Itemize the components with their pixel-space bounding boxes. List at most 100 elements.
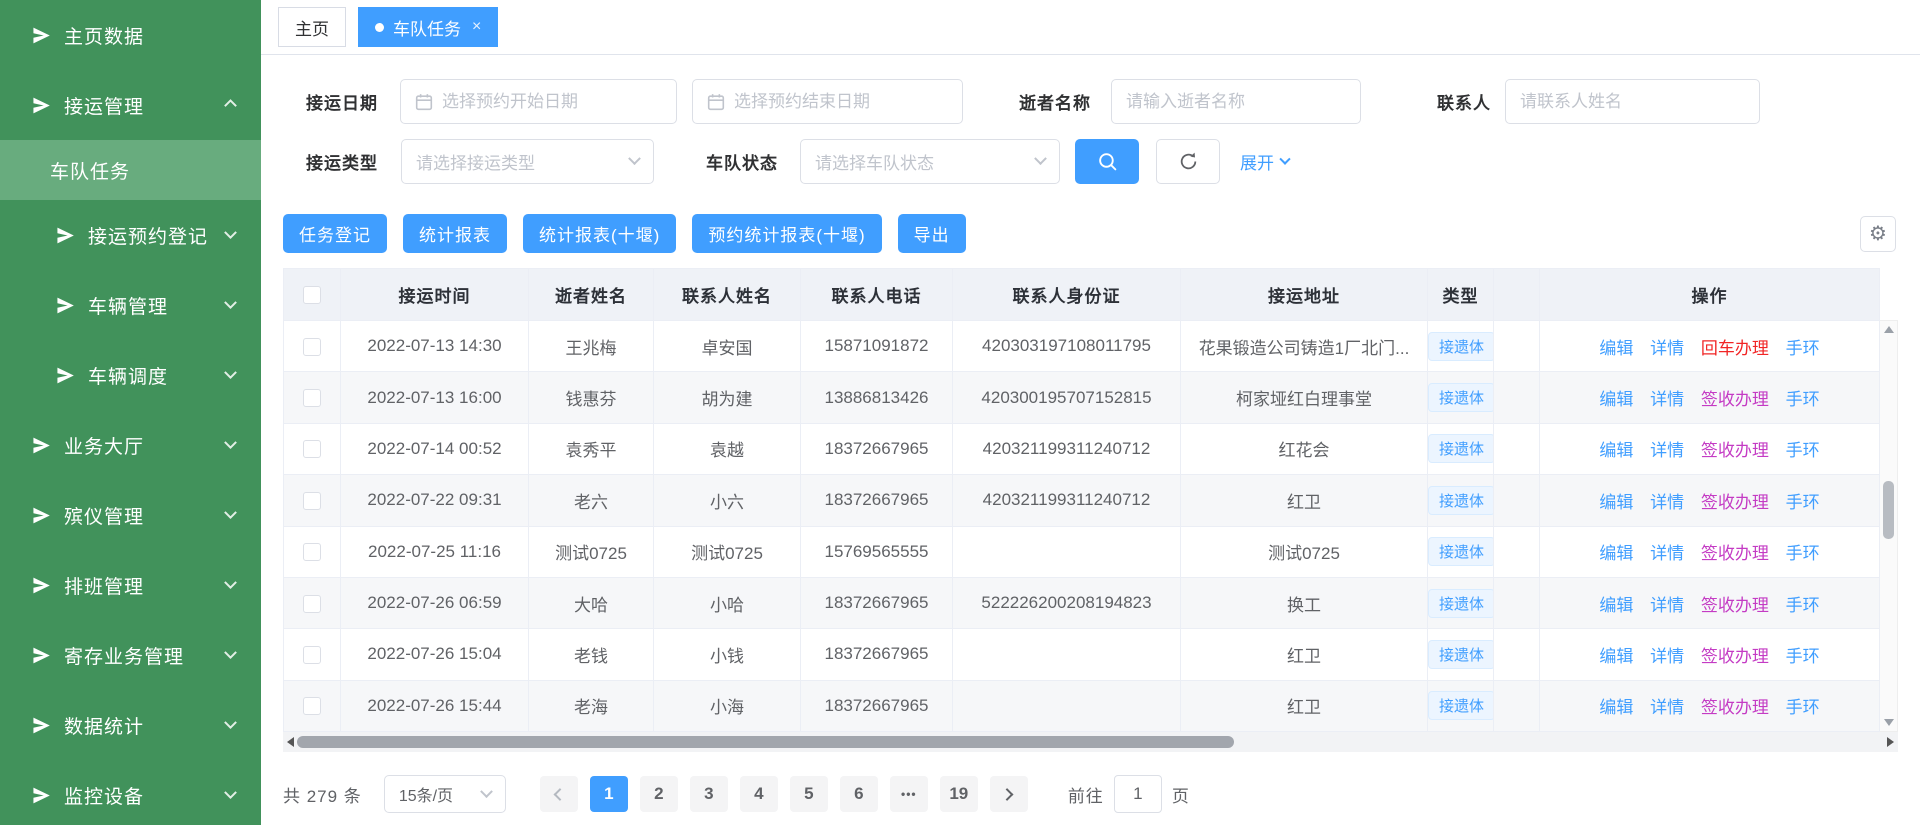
edit-link[interactable]: 编辑 <box>1599 596 1633 615</box>
prev-page-button[interactable] <box>540 776 578 812</box>
bracelet-link[interactable]: 手环 <box>1786 390 1820 409</box>
sidebar-item-home-data[interactable]: 主页数据 <box>0 0 261 70</box>
stats-report-shiyan-button[interactable]: 统计报表(十堰) <box>523 214 676 253</box>
page-button-2[interactable]: 2 <box>640 776 678 812</box>
page-button-5[interactable]: 5 <box>790 776 828 812</box>
date-start-input[interactable] <box>400 79 677 124</box>
sign-receive-link[interactable]: 签收办理 <box>1701 441 1769 460</box>
scroll-down-arrow-icon[interactable] <box>1884 719 1894 726</box>
cell-id <box>953 526 1181 577</box>
edit-link[interactable]: 编辑 <box>1599 339 1633 358</box>
scroll-right-arrow-icon[interactable] <box>1887 737 1894 747</box>
deceased-name-field[interactable] <box>1126 92 1346 112</box>
row-checkbox[interactable] <box>303 697 321 715</box>
row-checkbox[interactable] <box>303 338 321 356</box>
goto-page-input[interactable] <box>1114 775 1162 813</box>
sidebar-item-business-hall[interactable]: 业务大厅 <box>0 410 261 480</box>
detail-link[interactable]: 详情 <box>1650 544 1684 563</box>
select-all-checkbox[interactable] <box>303 286 321 304</box>
sidebar-item-vehicle-dispatch[interactable]: 车辆调度 <box>0 340 261 410</box>
scroll-left-arrow-icon[interactable] <box>287 737 294 747</box>
sidebar-item-vehicle-mgmt[interactable]: 车辆管理 <box>0 270 261 340</box>
scroll-up-arrow-icon[interactable] <box>1884 326 1894 333</box>
search-button[interactable] <box>1075 139 1139 184</box>
sign-receive-link[interactable]: 签收办理 <box>1701 544 1769 563</box>
page-size-select[interactable]: 15条/页 <box>384 775 506 813</box>
bracelet-link[interactable]: 手环 <box>1786 544 1820 563</box>
bracelet-link[interactable]: 手环 <box>1786 493 1820 512</box>
booking-stats-report-shiyan-button[interactable]: 预约统计报表(十堰) <box>692 214 881 253</box>
return-vehicle-link[interactable]: 回车办理 <box>1701 339 1769 358</box>
sidebar-item-funeral-mgmt[interactable]: 殡仪管理 <box>0 480 261 550</box>
sidebar-item-monitor-devices[interactable]: 监控设备 <box>0 760 261 825</box>
bracelet-link[interactable]: 手环 <box>1786 441 1820 460</box>
edit-link[interactable]: 编辑 <box>1599 493 1633 512</box>
tab-home[interactable]: 主页 <box>278 7 346 47</box>
horizontal-scrollbar[interactable] <box>283 732 1898 752</box>
date-start-field[interactable] <box>442 92 662 112</box>
refresh-button[interactable] <box>1156 139 1220 184</box>
bracelet-link[interactable]: 手环 <box>1786 698 1820 717</box>
header-contact: 联系人姓名 <box>654 269 801 321</box>
sign-receive-link[interactable]: 签收办理 <box>1701 647 1769 666</box>
sign-receive-link[interactable]: 签收办理 <box>1701 390 1769 409</box>
horizontal-scroll-thumb[interactable] <box>297 736 1234 748</box>
task-register-button[interactable]: 任务登记 <box>283 214 387 253</box>
edit-link[interactable]: 编辑 <box>1599 544 1633 563</box>
vertical-scrollbar[interactable] <box>1880 320 1898 732</box>
more-pages-button[interactable]: ••• <box>890 776 928 812</box>
sidebar-item-shift-mgmt[interactable]: 排班管理 <box>0 550 261 620</box>
tab-fleet-tasks[interactable]: 车队任务 × <box>358 7 498 47</box>
sign-receive-link[interactable]: 签收办理 <box>1701 698 1769 717</box>
sidebar-item-storage-mgmt[interactable]: 寄存业务管理 <box>0 620 261 690</box>
fleet-status-select[interactable]: 请选择车队状态 <box>800 139 1060 184</box>
row-checkbox[interactable] <box>303 440 321 458</box>
date-end-input[interactable] <box>692 79 963 124</box>
detail-link[interactable]: 详情 <box>1650 390 1684 409</box>
edit-link[interactable]: 编辑 <box>1599 647 1633 666</box>
row-checkbox[interactable] <box>303 595 321 613</box>
detail-link[interactable]: 详情 <box>1650 596 1684 615</box>
detail-link[interactable]: 详情 <box>1650 339 1684 358</box>
bracelet-link[interactable]: 手环 <box>1786 647 1820 666</box>
bracelet-link[interactable]: 手环 <box>1786 339 1820 358</box>
paper-plane-icon <box>32 26 51 45</box>
sign-receive-link[interactable]: 签收办理 <box>1701 493 1769 512</box>
date-range-label: 接运日期 <box>283 89 378 114</box>
row-checkbox[interactable] <box>303 646 321 664</box>
detail-link[interactable]: 详情 <box>1650 441 1684 460</box>
row-checkbox[interactable] <box>303 389 321 407</box>
row-checkbox[interactable] <box>303 543 321 561</box>
row-checkbox[interactable] <box>303 492 321 510</box>
deceased-name-input[interactable] <box>1111 79 1361 124</box>
sidebar-item-transport-booking[interactable]: 接运预约登记 <box>0 200 261 270</box>
page-button-19[interactable]: 19 <box>940 776 978 812</box>
date-end-field[interactable] <box>734 92 948 112</box>
cell-gap <box>1494 577 1540 628</box>
vertical-scroll-thumb[interactable] <box>1883 481 1894 539</box>
bracelet-link[interactable]: 手环 <box>1786 596 1820 615</box>
page-button-4[interactable]: 4 <box>740 776 778 812</box>
page-button-6[interactable]: 6 <box>840 776 878 812</box>
stats-report-button[interactable]: 统计报表 <box>403 214 507 253</box>
edit-link[interactable]: 编辑 <box>1599 390 1633 409</box>
edit-link[interactable]: 编辑 <box>1599 698 1633 717</box>
close-icon[interactable]: × <box>472 18 481 36</box>
sidebar-item-data-statistics[interactable]: 数据统计 <box>0 690 261 760</box>
detail-link[interactable]: 详情 <box>1650 647 1684 666</box>
column-settings-button[interactable]: ⚙ <box>1860 216 1896 252</box>
next-page-button[interactable] <box>990 776 1028 812</box>
page-button-3[interactable]: 3 <box>690 776 728 812</box>
sidebar-item-fleet-tasks-active[interactable]: 车队任务 <box>0 140 261 200</box>
contact-input[interactable] <box>1505 79 1760 124</box>
expand-toggle[interactable]: 展开 <box>1240 149 1289 174</box>
detail-link[interactable]: 详情 <box>1650 698 1684 717</box>
sign-receive-link[interactable]: 签收办理 <box>1701 596 1769 615</box>
edit-link[interactable]: 编辑 <box>1599 441 1633 460</box>
detail-link[interactable]: 详情 <box>1650 493 1684 512</box>
sidebar-item-transport-mgmt[interactable]: 接运管理 <box>0 70 261 140</box>
page-button-1[interactable]: 1 <box>590 776 628 812</box>
transport-type-select[interactable]: 请选择接运类型 <box>401 139 654 184</box>
contact-field[interactable] <box>1520 92 1745 112</box>
export-button[interactable]: 导出 <box>898 214 966 253</box>
